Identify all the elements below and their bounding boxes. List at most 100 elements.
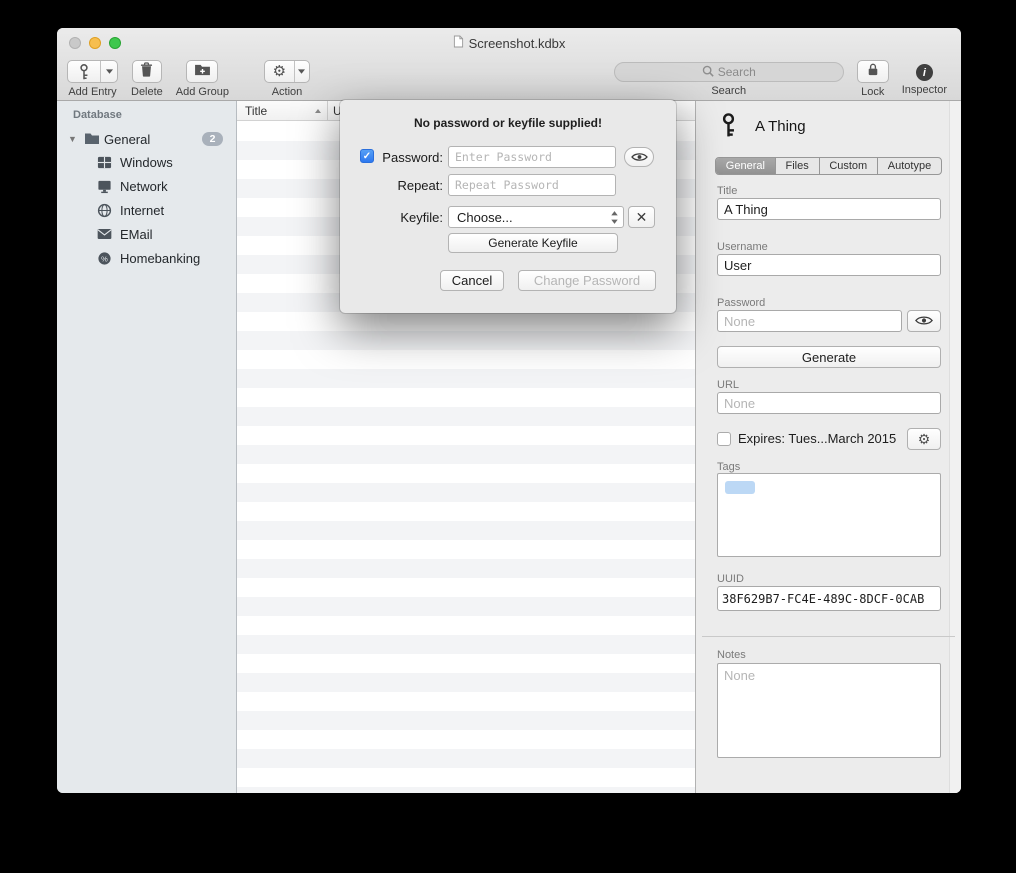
gear-icon: ⚙	[265, 61, 294, 82]
generate-keyfile-label: Generate Keyfile	[488, 236, 577, 250]
sidebar-item-homebanking[interactable]: % Homebanking	[57, 246, 236, 270]
tags-field-label: Tags	[717, 461, 740, 473]
tab-custom[interactable]: Custom	[820, 158, 878, 174]
cancel-button[interactable]: Cancel	[440, 270, 504, 291]
sidebar-item-label: Network	[120, 179, 168, 194]
delete-label: Delete	[131, 86, 163, 98]
add-group-button[interactable]	[186, 60, 218, 83]
chevron-down-icon	[294, 61, 309, 82]
document-icon	[453, 35, 464, 51]
lock-icon	[867, 62, 879, 82]
chevron-down-icon	[100, 61, 117, 82]
lock-button[interactable]	[857, 60, 889, 83]
entry-title: A Thing	[755, 118, 806, 135]
window-title-area: Screenshot.kdbx	[57, 28, 961, 58]
password-field-label: Password	[717, 297, 765, 309]
change-password-button[interactable]: Change Password	[518, 270, 656, 291]
sidebar-item-internet[interactable]: Internet	[57, 198, 236, 222]
sidebar: Database ▼ General 2 Windows Networ	[57, 101, 237, 793]
scrollbar-track[interactable]	[949, 101, 961, 793]
lock-label: Lock	[861, 86, 884, 98]
url-field-label: URL	[717, 379, 739, 391]
tab-autotype[interactable]: Autotype	[878, 158, 941, 174]
generate-password-button[interactable]: Generate	[717, 346, 941, 368]
password-checkbox[interactable]: ✓	[360, 149, 374, 163]
check-icon: ✓	[363, 151, 371, 162]
search-input[interactable]: Search	[614, 62, 844, 82]
keyfile-value: Choose...	[457, 210, 513, 225]
title-field-label: Title	[717, 185, 737, 197]
tab-files[interactable]: Files	[776, 158, 820, 174]
key-icon	[68, 61, 100, 82]
dialog-repeat-input[interactable]	[448, 174, 616, 196]
search-label: Search	[711, 85, 746, 97]
generate-keyfile-button[interactable]: Generate Keyfile	[448, 233, 618, 253]
sidebar-group-label: General	[104, 132, 150, 147]
network-icon	[97, 179, 112, 194]
expires-settings-button[interactable]: ⚙	[907, 428, 941, 450]
trash-icon	[140, 62, 153, 82]
sidebar-item-windows[interactable]: Windows	[57, 150, 236, 174]
password-field[interactable]	[717, 310, 902, 332]
action-button[interactable]: ⚙	[264, 60, 310, 83]
windows-icon	[97, 155, 112, 170]
tag-pill[interactable]	[725, 481, 755, 494]
expires-checkbox[interactable]	[717, 432, 731, 446]
tab-general[interactable]: General	[716, 158, 776, 174]
sidebar-item-email[interactable]: EMail	[57, 222, 236, 246]
app-window: Screenshot.kdbx Add Entry	[57, 28, 961, 793]
inspector-toggle-button[interactable]: i	[916, 64, 933, 81]
section-divider	[702, 636, 955, 637]
notes-field[interactable]	[717, 663, 941, 758]
sidebar-item-network[interactable]: Network	[57, 174, 236, 198]
folder-plus-icon	[194, 63, 211, 81]
username-field[interactable]	[717, 254, 941, 276]
expires-label: Expires: Tues...March 2015	[738, 431, 896, 446]
svg-text:%: %	[101, 254, 108, 263]
disclosure-triangle-icon[interactable]: ▼	[68, 134, 77, 144]
entry-key-icon	[720, 112, 737, 142]
column-title-label: Title	[245, 104, 267, 118]
titlebar: Screenshot.kdbx	[57, 28, 961, 58]
sort-ascending-icon	[315, 109, 321, 113]
notes-field-label: Notes	[717, 649, 746, 661]
count-badge: 2	[202, 132, 223, 146]
delete-button[interactable]	[132, 60, 162, 83]
stepper-icon	[610, 210, 619, 228]
keyfile-dropdown[interactable]: Choose...	[448, 206, 624, 228]
reveal-password-button[interactable]	[907, 310, 941, 332]
uuid-field[interactable]	[717, 586, 941, 611]
add-group-label: Add Group	[176, 86, 229, 98]
inspector-tabs: General Files Custom Autotype	[715, 157, 942, 175]
username-field-label: Username	[717, 241, 768, 253]
clear-keyfile-button[interactable]: ✕	[628, 206, 655, 228]
gear-icon: ⚙	[918, 432, 931, 446]
homebanking-icon: %	[97, 251, 112, 266]
sidebar-group-general[interactable]: ▼ General 2	[57, 128, 236, 150]
envelope-icon	[97, 227, 112, 242]
uuid-field-label: UUID	[717, 573, 744, 585]
column-header-title[interactable]: Title	[237, 101, 328, 120]
url-field[interactable]	[717, 392, 941, 414]
info-icon: i	[923, 67, 926, 79]
action-label: Action	[272, 86, 303, 98]
search-icon	[702, 65, 714, 80]
dialog-repeat-label: Repeat:	[376, 178, 443, 193]
cancel-label: Cancel	[452, 273, 492, 288]
inspector-label: Inspector	[902, 84, 947, 96]
dialog-password-input[interactable]	[448, 146, 616, 168]
dialog-password-label: Password:	[376, 150, 443, 165]
dialog-keyfile-label: Keyfile:	[376, 210, 443, 225]
sidebar-item-label: Windows	[120, 155, 173, 170]
dialog-message: No password or keyfile supplied!	[340, 116, 676, 130]
dialog-reveal-password-button[interactable]	[624, 147, 654, 167]
globe-icon	[97, 203, 112, 218]
sidebar-item-label: EMail	[120, 227, 153, 242]
sidebar-item-label: Homebanking	[120, 251, 200, 266]
close-x-icon: ✕	[636, 210, 648, 224]
toolbar: Add Entry Delete Add Group	[57, 58, 961, 100]
title-field[interactable]	[717, 198, 941, 220]
tags-box[interactable]	[717, 473, 941, 557]
window-chrome: Screenshot.kdbx Add Entry	[57, 28, 961, 101]
add-entry-button[interactable]	[67, 60, 118, 83]
